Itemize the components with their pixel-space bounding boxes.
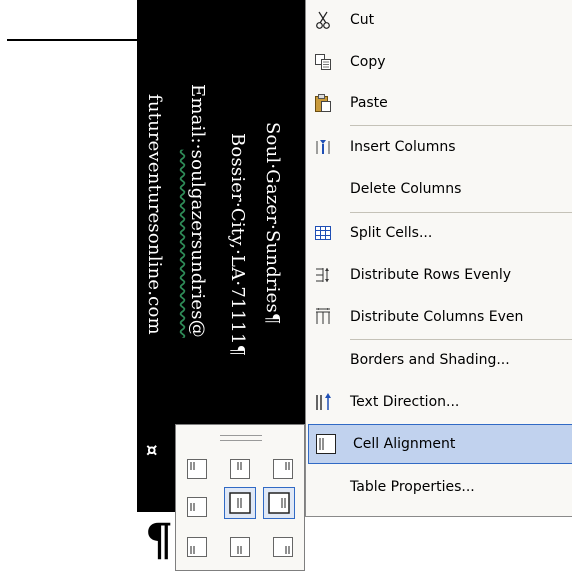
align-bottom-center-icon (230, 537, 250, 557)
distribute-rows-icon (306, 255, 340, 295)
palette-drag-handle[interactable] (220, 435, 262, 441)
address-line-city: Bossier·City,·LA·71111¶ (227, 133, 248, 357)
text-direction-icon (306, 382, 340, 422)
align-middle-left-button[interactable] (181, 491, 213, 523)
menu-label-cut: Cut (350, 12, 375, 28)
menu-item-table-properties[interactable]: Table Properties... (306, 467, 572, 507)
address-line-email: Email:·soulgazersundries@ (187, 84, 208, 338)
menu-label-insert-columns: Insert Columns (350, 139, 456, 155)
menu-label-copy: Copy (350, 54, 386, 70)
menu-label-delete-columns: Delete Columns (350, 181, 462, 197)
align-middle-right-button[interactable] (263, 487, 295, 519)
cell-alignment-icon (309, 424, 343, 464)
menu-label-distribute-rows: Distribute Rows Evenly (350, 267, 512, 283)
menu-item-delete-columns[interactable]: Delete Columns (306, 169, 572, 209)
align-middle-center-button[interactable] (224, 487, 256, 519)
address-line-business: Soul·Gazer·Sundries¶ (262, 122, 283, 325)
insert-columns-icon (306, 127, 340, 167)
menu-label-borders-shading: Borders and Shading... (350, 352, 510, 368)
align-top-right-button[interactable] (267, 453, 299, 485)
align-bottom-right-icon (273, 537, 293, 557)
menu-item-text-direction[interactable]: Text Direction... (306, 382, 572, 422)
split-cells-icon (306, 213, 340, 253)
context-menu: Cut Copy Paste Insert Columns Delete Col… (305, 0, 572, 517)
menu-label-table-properties: Table Properties... (350, 479, 475, 495)
menu-label-cell-alignment: Cell Alignment (353, 436, 456, 452)
menu-label-distribute-columns: Distribute Columns Even (350, 309, 524, 325)
align-bottom-left-icon (187, 537, 207, 557)
menu-separator (350, 125, 572, 126)
email-label: Email:· (187, 84, 208, 150)
menu-item-copy[interactable]: Copy (306, 42, 572, 82)
menu-item-cell-alignment[interactable]: Cell Alignment (308, 424, 572, 464)
align-bottom-right-button[interactable] (267, 531, 299, 563)
align-top-left-button[interactable] (181, 453, 213, 485)
align-top-left-icon (187, 459, 207, 479)
menu-item-distribute-rows[interactable]: Distribute Rows Evenly (306, 255, 572, 295)
align-middle-right-icon (268, 492, 290, 514)
align-middle-center-icon (229, 492, 251, 514)
paragraph-mark: ¶ (145, 515, 173, 566)
menu-item-paste[interactable]: Paste (306, 83, 572, 123)
align-bottom-left-button[interactable] (181, 531, 213, 563)
align-top-center-icon (230, 459, 250, 479)
align-middle-left-icon (187, 497, 207, 517)
cell-alignment-palette (175, 424, 305, 571)
menu-item-cut[interactable]: Cut (306, 0, 572, 40)
menu-item-distribute-columns[interactable]: Distribute Columns Even (306, 297, 572, 337)
menu-label-split-cells: Split Cells... (350, 225, 433, 241)
align-top-center-button[interactable] (224, 453, 256, 485)
address-line-website: futureventuresonline.com (144, 94, 165, 335)
paste-icon (306, 83, 340, 123)
align-bottom-center-button[interactable] (224, 531, 256, 563)
menu-label-text-direction: Text Direction... (350, 394, 460, 410)
distribute-columns-icon (306, 297, 340, 337)
scissors-icon (306, 0, 340, 40)
align-top-right-icon (273, 459, 293, 479)
menu-label-paste: Paste (350, 95, 388, 111)
menu-item-insert-columns[interactable]: Insert Columns (306, 127, 572, 167)
menu-item-borders-shading[interactable]: Borders and Shading... (306, 340, 572, 380)
menu-item-split-cells[interactable]: Split Cells... (306, 213, 572, 253)
email-link[interactable]: soulgazersundries@ (187, 150, 208, 338)
end-of-cell-marker: ¤ (146, 440, 158, 461)
copy-icon (306, 42, 340, 82)
